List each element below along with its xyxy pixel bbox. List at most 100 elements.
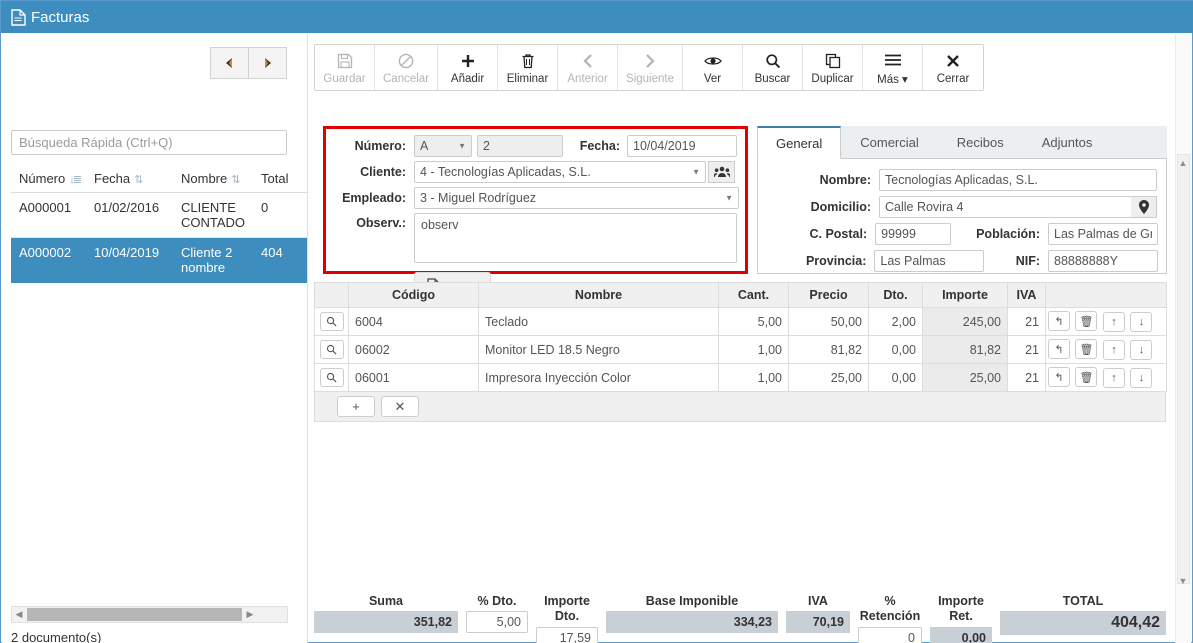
line-items-footer: + ✕ [314, 392, 1166, 422]
provincia-input[interactable] [874, 250, 985, 272]
cancel-button[interactable]: Cancelar [375, 45, 439, 90]
line-item-row[interactable]: 06002 Monitor LED 18.5 Negro 1,00 81,82 … [314, 335, 1167, 364]
view-button[interactable]: Ver [683, 45, 743, 90]
search-icon [326, 372, 337, 383]
cell-iva[interactable]: 21 [1007, 335, 1046, 364]
serie-select[interactable] [414, 135, 472, 157]
lookup-product-button[interactable] [319, 312, 344, 331]
empleado-select[interactable] [414, 187, 739, 209]
nombre-input[interactable] [879, 169, 1157, 191]
fecha-input[interactable] [627, 135, 737, 157]
column-header-total[interactable]: Total [253, 165, 307, 193]
importe-dto-input[interactable]: 17,59 [536, 627, 598, 643]
scrollbar-thumb[interactable] [27, 608, 242, 621]
cell-nombre[interactable]: Monitor LED 18.5 Negro [478, 335, 719, 364]
next-record-button[interactable] [249, 47, 287, 79]
cell-precio[interactable]: 50,00 [788, 307, 869, 336]
previous-button[interactable]: Anterior [558, 45, 619, 90]
poblacion-input[interactable] [1048, 223, 1158, 245]
cell-precio[interactable]: 25,00 [788, 363, 869, 392]
cell-dto[interactable]: 0,00 [868, 363, 923, 392]
scroll-down-icon[interactable]: ▼ [1176, 576, 1190, 586]
nif-input[interactable] [1048, 250, 1158, 272]
window-title: Facturas [31, 8, 90, 26]
more-button[interactable]: Más ▾ [863, 45, 923, 90]
search-input[interactable] [11, 130, 287, 155]
horizontal-scrollbar[interactable]: ◀ ▶ [11, 606, 288, 623]
cell-dto[interactable]: 2,00 [868, 307, 923, 336]
provincia-label: Provincia: [805, 254, 867, 268]
move-up-button[interactable]: ↑ [1102, 311, 1125, 332]
select-client-button[interactable] [708, 161, 735, 183]
add-button[interactable]: Añadir [438, 45, 499, 90]
cell-codigo[interactable]: 6004 [348, 307, 479, 336]
cell-nombre[interactable]: Impresora Inyección Color [478, 363, 719, 392]
pct-dto-input[interactable]: 5,00 [466, 611, 528, 633]
duplicate-label: Duplicar [811, 72, 854, 85]
remove-line-button[interactable]: ✕ [381, 396, 419, 417]
triangle-right-icon [265, 58, 271, 68]
scrollbar-thumb[interactable] [1177, 154, 1190, 584]
cell-codigo[interactable]: 06002 [348, 335, 479, 364]
close-button[interactable]: Cerrar [923, 45, 983, 90]
delete-label: Eliminar [506, 72, 549, 85]
cell-nombre[interactable]: Teclado [478, 307, 719, 336]
move-down-button[interactable]: ↓ [1130, 367, 1153, 388]
cliente-select[interactable] [414, 161, 706, 183]
move-down-button[interactable]: ↓ [1130, 311, 1153, 332]
observ-textarea[interactable]: observ [414, 213, 737, 263]
cell-cant[interactable]: 5,00 [718, 307, 789, 336]
vertical-scrollbar[interactable]: ▲ ▼ [1175, 34, 1191, 643]
cell-dto[interactable]: 0,00 [868, 335, 923, 364]
tab-comercial[interactable]: Comercial [841, 126, 938, 158]
delete-button[interactable]: Eliminar [498, 45, 559, 90]
add-line-button[interactable]: + [337, 396, 375, 417]
column-header-fecha[interactable]: Fecha ⇅ [86, 165, 173, 193]
undo-row-button[interactable]: ↰ [1048, 339, 1070, 360]
col-codigo: Código [348, 282, 479, 308]
line-item-row[interactable]: 06001 Impresora Inyección Color 1,00 25,… [314, 363, 1167, 392]
scroll-right-icon[interactable]: ▶ [243, 609, 257, 620]
tab-recibos[interactable]: Recibos [938, 126, 1023, 158]
undo-row-button[interactable]: ↰ [1048, 311, 1070, 332]
document-icon [11, 8, 26, 26]
cell-cant[interactable]: 1,00 [718, 335, 789, 364]
column-header-numero[interactable]: Número ↓≣ [11, 165, 86, 193]
tab-adjuntos[interactable]: Adjuntos [1023, 126, 1112, 158]
table-row[interactable]: A000002 10/04/2019 Cliente 2 nombre 404 [11, 237, 307, 283]
move-up-button[interactable]: ↑ [1102, 367, 1125, 388]
suma-label: Suma [368, 594, 404, 608]
search-button[interactable]: Buscar [743, 45, 803, 90]
move-up-button[interactable]: ↑ [1102, 339, 1125, 360]
duplicate-button[interactable]: Duplicar [803, 45, 863, 90]
line-item-row[interactable]: 6004 Teclado 5,00 50,00 2,00 245,00 21 ↰… [314, 307, 1167, 336]
scroll-up-icon[interactable]: ▲ [1176, 158, 1190, 168]
scroll-left-icon[interactable]: ◀ [12, 609, 26, 620]
next-button[interactable]: Siguiente [618, 45, 683, 90]
undo-row-button[interactable]: ↰ [1048, 367, 1070, 388]
cell-nombre: Cliente 2 nombre [173, 237, 253, 283]
delete-row-button[interactable]: 🗑 [1075, 367, 1098, 388]
tab-general[interactable]: General [757, 126, 842, 159]
move-down-button[interactable]: ↓ [1130, 339, 1153, 360]
cell-iva[interactable]: 21 [1007, 363, 1046, 392]
cell-codigo[interactable]: 06001 [348, 363, 479, 392]
cell-precio[interactable]: 81,82 [788, 335, 869, 364]
table-row[interactable]: A000001 01/02/2016 CLIENTE CONTADO 0 [11, 192, 307, 238]
cell-cant[interactable]: 1,00 [718, 363, 789, 392]
cpostal-row: C. Postal: Población: [758, 223, 1158, 245]
lookup-product-button[interactable] [319, 368, 344, 387]
delete-row-button[interactable]: 🗑 [1075, 311, 1098, 332]
numero-input[interactable] [477, 135, 563, 157]
prev-record-button[interactable] [210, 47, 249, 79]
lookup-product-button[interactable] [319, 340, 344, 359]
map-pin-button[interactable] [1131, 196, 1157, 218]
pct-retencion-input[interactable]: 0 [858, 627, 922, 643]
column-header-nombre[interactable]: Nombre ⇅ [173, 165, 253, 193]
delete-row-button[interactable]: 🗑 [1075, 339, 1098, 360]
cell-iva[interactable]: 21 [1007, 307, 1046, 336]
save-button[interactable]: Guardar [315, 45, 375, 90]
list-nav-buttons [210, 47, 287, 79]
domicilio-input[interactable] [879, 196, 1131, 218]
cpostal-input[interactable] [875, 223, 952, 245]
